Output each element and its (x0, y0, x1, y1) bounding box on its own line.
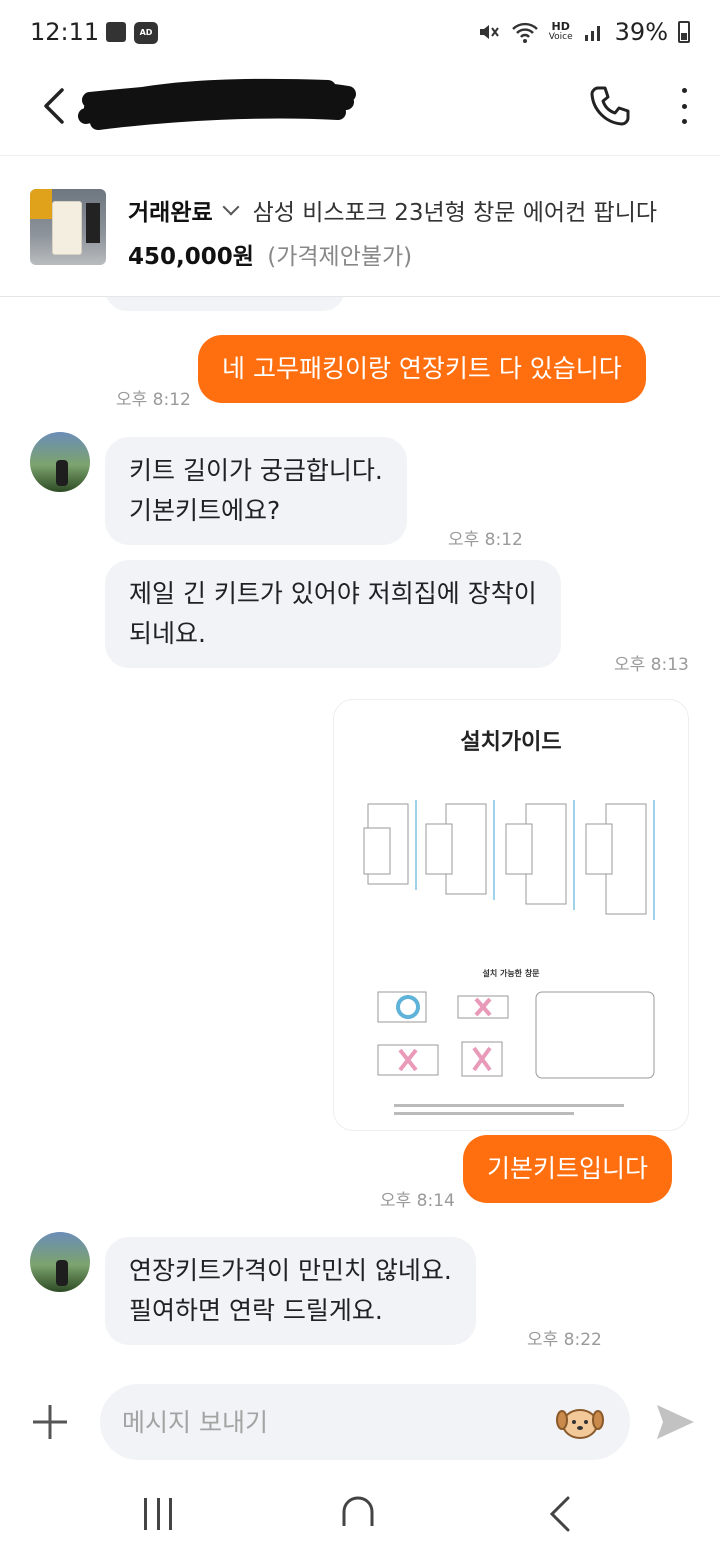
my-message-bubble[interactable]: 네 고무패킹이랑 연장키트 다 있습니다 (198, 335, 646, 403)
message-time: 오후 8:14 (380, 1191, 455, 1211)
message-line: 연장키트가격이 만민치 않네요. (129, 1256, 452, 1285)
back-arrow-icon[interactable] (36, 86, 76, 126)
message-line: 기본키트에요? (129, 496, 281, 525)
send-icon[interactable] (654, 1402, 696, 1442)
nav-back-icon[interactable] (544, 1494, 580, 1534)
their-message-bubble[interactable]: 키트 길이가 궁금합니다. 기본키트에요? (105, 437, 407, 545)
message-time: 오후 8:12 (448, 530, 523, 550)
message-time: 오후 8:13 (614, 655, 689, 675)
my-message-bubble[interactable]: 기본키트입니다 (463, 1135, 673, 1203)
plus-icon[interactable] (30, 1402, 70, 1442)
signal-icon (584, 26, 600, 41)
product-banner[interactable]: 거래완료 삼성 비스포크 23년형 창문 에어컨 팝니다 450,000원 (가… (0, 157, 720, 297)
more-vertical-icon[interactable] (674, 84, 694, 128)
install-diagram (363, 800, 655, 1115)
status-left-icons: AD (106, 22, 158, 44)
phone-icon[interactable] (586, 82, 634, 130)
avatar[interactable] (30, 432, 90, 492)
product-price: 450,000원 (128, 244, 254, 270)
product-line1: 거래완료 삼성 비스포크 23년형 창문 에어컨 팝니다 (128, 193, 657, 227)
mute-icon (479, 25, 499, 39)
status-bar: 12:11 AD HD Voice 39% (0, 0, 720, 66)
message-input-bar (0, 1370, 720, 1474)
battery-percent: 39% (614, 18, 668, 46)
ad-blocker-icon: AD (134, 22, 158, 44)
chat-header (0, 66, 720, 156)
message-line: 되네요. (129, 619, 206, 648)
install-guide-image[interactable]: 설치가이드 설치 가능한 창문 (333, 699, 689, 1131)
partial-message-bubble (105, 297, 345, 311)
message-input[interactable] (100, 1384, 630, 1460)
message-line: 키트 길이가 궁금합니다. (129, 456, 383, 485)
message-time: 오후 8:12 (116, 390, 191, 410)
status-time: 12:11 (30, 18, 100, 46)
avatar[interactable] (30, 1232, 90, 1292)
message-line: 제일 긴 키트가 있어야 저희집에 장착이 (129, 579, 537, 608)
hd-voice-icon: HD Voice (548, 20, 573, 42)
emoji-dog-icon[interactable] (556, 1406, 604, 1440)
product-thumbnail[interactable] (30, 189, 106, 265)
recent-apps-icon[interactable] (140, 1496, 176, 1532)
chevron-down-icon[interactable] (222, 198, 240, 216)
chat-messages[interactable]: 오후 8:12 네 고무패킹이랑 연장키트 다 있습니다 키트 길이가 궁금합니… (0, 297, 720, 1370)
redaction-scribble (78, 78, 356, 130)
their-message-bubble[interactable]: 연장키트가격이 만민치 않네요. 필여하면 연락 드릴게요. (105, 1237, 476, 1345)
their-message-bubble[interactable]: 제일 긴 키트가 있어야 저희집에 장착이 되네요. (105, 560, 561, 668)
price-note: (가격제안불가) (267, 244, 413, 270)
product-line2: 450,000원 (가격제안불가) (128, 237, 412, 271)
status-right-icons: HD Voice 39% (477, 18, 690, 46)
message-line: 필여하면 연락 드릴게요. (129, 1296, 383, 1325)
product-title: 삼성 비스포크 23년형 창문 에어컨 팝니다 (252, 200, 658, 226)
wifi-icon (511, 22, 538, 43)
system-nav-bar (0, 1474, 720, 1560)
message-time: 오후 8:22 (527, 1330, 602, 1350)
battery-icon (678, 21, 690, 43)
trade-status[interactable]: 거래완료 (128, 193, 213, 227)
image-subtitle: 설치 가능한 창문 (482, 969, 540, 978)
home-icon[interactable] (340, 1494, 376, 1530)
gallery-icon (106, 22, 126, 42)
